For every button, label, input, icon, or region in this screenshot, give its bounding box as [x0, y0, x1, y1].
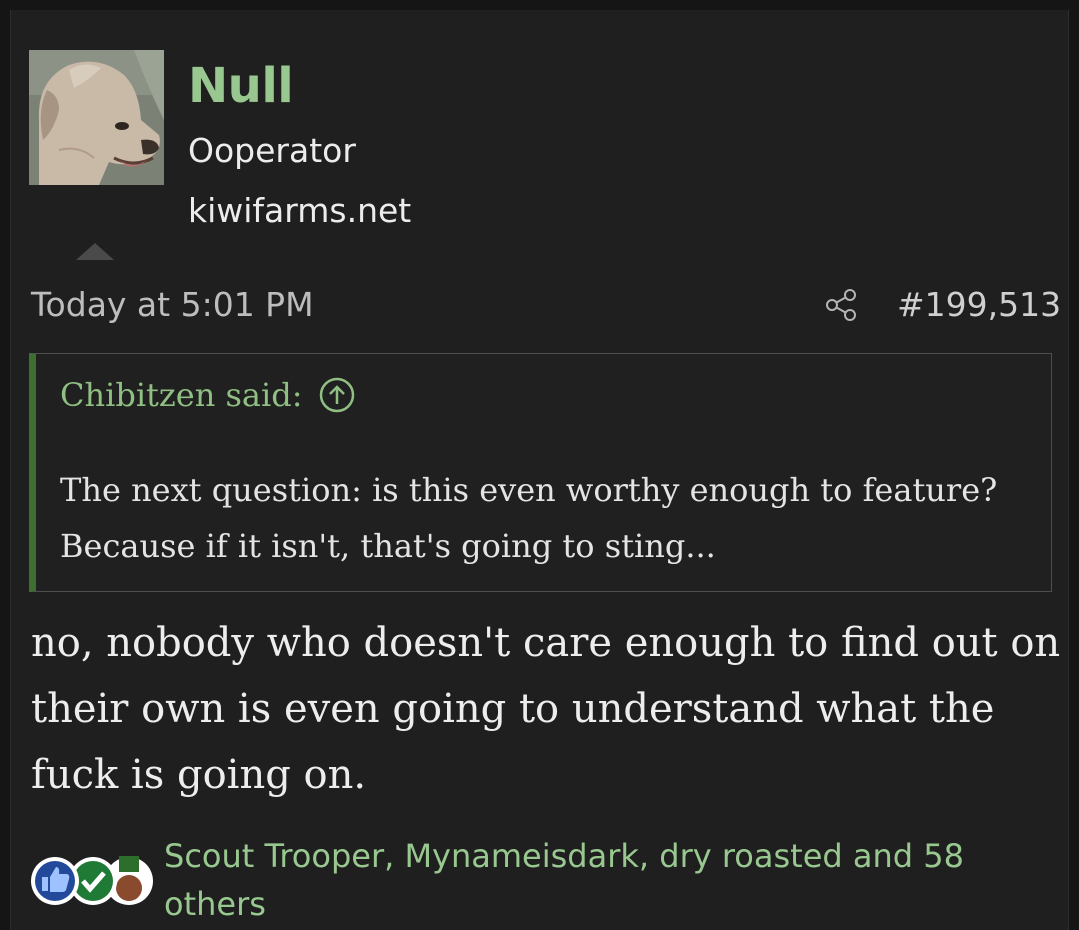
user-title: Ooperator — [188, 131, 356, 170]
dog-avatar-icon — [29, 50, 164, 185]
post-number-link[interactable]: #199,513 — [897, 285, 1061, 324]
post-date-link[interactable]: Today at 5:01 PM — [31, 285, 314, 324]
quote-author-label: Chibitzen said: — [60, 376, 303, 414]
post-message: no, nobody who doesn't care enough to fi… — [31, 620, 1061, 798]
username-link[interactable]: Null — [188, 58, 294, 114]
reaction-users-link[interactable]: Scout Trooper, Mynameisdark, dry roasted… — [164, 832, 1044, 928]
quote-author-link[interactable]: Chibitzen said: — [60, 376, 356, 414]
reaction-icons[interactable] — [25, 850, 165, 910]
user-site: kiwifarms.net — [188, 191, 412, 230]
quote-text: The next question: is this even worthy e… — [60, 471, 998, 565]
post-container: Null Ooperator kiwifarms.net Today at 5:… — [10, 10, 1069, 930]
arrow-up-circle-icon[interactable] — [318, 376, 356, 414]
quote-block: Chibitzen said: The next question: is th… — [29, 353, 1052, 592]
thumbs-up-icon — [31, 857, 79, 905]
user-card-arrow — [76, 243, 114, 260]
share-icon[interactable] — [823, 287, 859, 323]
user-avatar[interactable] — [29, 50, 164, 185]
